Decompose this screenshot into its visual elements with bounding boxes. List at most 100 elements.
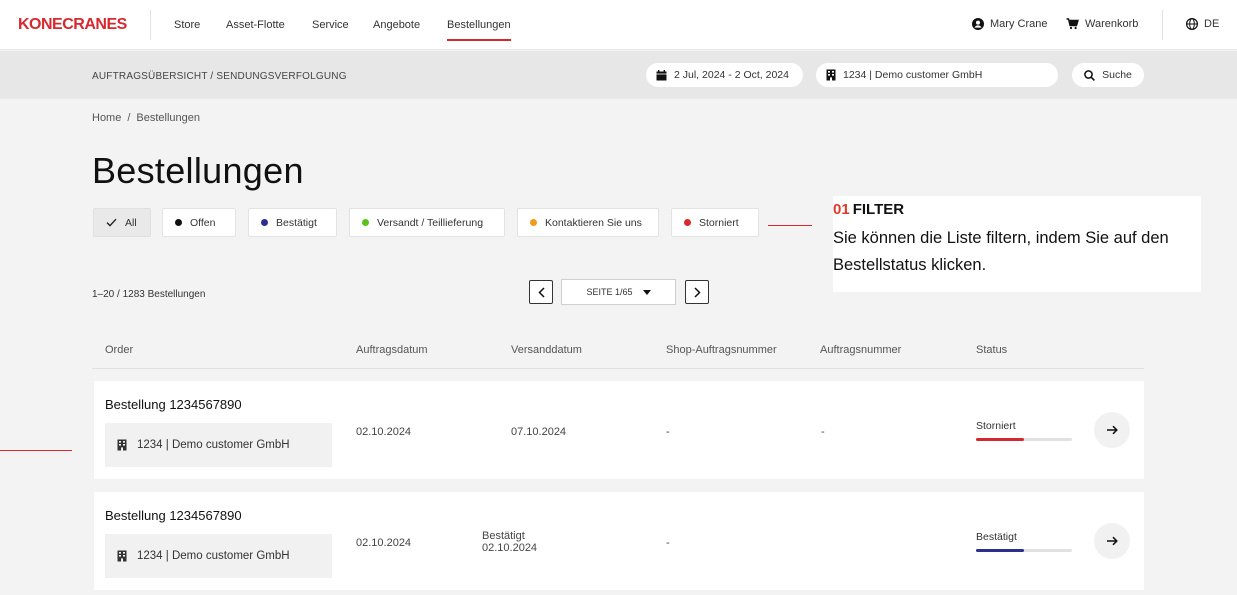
order-customer-name: 1234 | Demo customer GmbH — [137, 550, 290, 562]
building-icon — [117, 439, 127, 451]
shop-order-number: - — [666, 426, 670, 438]
ship-date: 02.10.2024 — [482, 542, 538, 554]
user-icon — [972, 18, 984, 30]
customer-value: 1234 | Demo customer GmbH — [843, 69, 983, 81]
nav-item-store[interactable]: Store — [174, 19, 200, 31]
search-button[interactable]: Suche — [1072, 63, 1144, 87]
callout-text: Sie können die Liste filtern, indem Sie … — [833, 229, 1169, 274]
order-customer: 1234 | Demo customer GmbH — [105, 534, 332, 578]
filter-offen[interactable]: Offen — [162, 208, 236, 237]
nav-item-service[interactable]: Service — [312, 19, 349, 31]
column-header-auftragsdatum[interactable]: Auftragsdatum — [356, 344, 428, 356]
header-divider — [92, 368, 1144, 369]
breadcrumb-current: Bestellungen — [136, 112, 201, 124]
user-menu[interactable]: Mary Crane — [972, 18, 1047, 30]
order-customer: 1234 | Demo customer GmbH — [105, 423, 332, 467]
filter-all[interactable]: All — [93, 208, 151, 237]
next-page-button[interactable] — [685, 280, 709, 304]
breadcrumb: Home / Bestellungen — [92, 112, 200, 124]
breadcrumb-home[interactable]: Home — [92, 112, 121, 124]
column-header-versanddatum[interactable]: Versanddatum — [511, 344, 582, 356]
building-icon — [826, 69, 836, 81]
calendar-icon — [656, 69, 667, 80]
order-row[interactable]: Bestellung 1234567890 1234 | Demo custom… — [94, 381, 1144, 479]
column-header-auftragsnummer[interactable]: Auftragsnummer — [820, 344, 901, 356]
status-label: Bestätigt — [976, 531, 1017, 543]
status-dot — [362, 219, 369, 226]
status-progress-fill — [976, 438, 1024, 441]
nav-item-bestellungen[interactable]: Bestellungen — [447, 19, 511, 41]
callout-connector — [768, 225, 812, 226]
filter-label: All — [125, 216, 137, 229]
column-header-shop-auftragsnummer[interactable]: Shop-Auftragsnummer — [666, 344, 777, 356]
filter-versandt[interactable]: Versandt / Teillieferung — [349, 208, 505, 237]
previous-page-button[interactable] — [529, 280, 553, 304]
status-label: Storniert — [976, 420, 1016, 432]
filter-label: Bestätigt — [276, 216, 317, 229]
language-selector[interactable]: DE — [1186, 18, 1219, 30]
column-header-status[interactable]: Status — [976, 344, 1007, 356]
user-name: Mary Crane — [990, 18, 1048, 30]
order-number: - — [821, 426, 825, 438]
arrow-right-icon — [1106, 536, 1118, 546]
filter-label: Offen — [190, 216, 216, 229]
filter-kontaktieren[interactable]: Kontaktieren Sie uns — [517, 208, 659, 237]
page-title: Bestellungen — [92, 150, 304, 191]
open-order-button[interactable] — [1094, 412, 1130, 448]
top-navigation: KONECRANES Store Asset-Flotte Service An… — [0, 0, 1237, 50]
caret-down-icon — [642, 289, 651, 295]
tutorial-callout: 01 FILTER Sie können die Liste filtern, i… — [833, 196, 1201, 292]
order-title: Bestellung 1234567890 — [105, 397, 242, 412]
open-order-button[interactable] — [1094, 523, 1130, 559]
search-icon — [1084, 69, 1096, 81]
callout-connector — [0, 450, 72, 451]
arrow-right-icon — [1106, 425, 1118, 435]
result-count: 1–20 / 1283 Bestellungen — [92, 289, 206, 300]
ship-date: 07.10.2024 — [511, 426, 567, 438]
page-value: SEITE 1/65 — [586, 287, 633, 297]
konecranes-logo[interactable]: KONECRANES — [18, 16, 127, 34]
callout-title: 01 FILTER — [833, 200, 1201, 220]
column-header-order[interactable]: Order — [105, 344, 133, 356]
globe-icon — [1186, 18, 1198, 30]
page-select[interactable]: SEITE 1/65 — [561, 279, 676, 305]
order-row[interactable]: Bestellung 1234567890 1234 | Demo custom… — [94, 492, 1144, 590]
search-label: Suche — [1102, 69, 1132, 81]
status-dot — [175, 219, 182, 226]
shop-order-number: - — [666, 537, 670, 549]
status-dot — [684, 219, 691, 226]
filter-label: Versandt / Teillieferung — [377, 216, 484, 229]
order-date: 02.10.2024 — [356, 426, 412, 438]
customer-selector[interactable]: 1234 | Demo customer GmbH — [816, 63, 1058, 87]
filter-bestaetigt[interactable]: Bestätigt — [248, 208, 337, 237]
filter-storniert[interactable]: Storniert — [671, 208, 759, 237]
callout-number: 01 — [833, 201, 850, 218]
chevron-right-icon — [693, 286, 701, 298]
check-icon — [106, 218, 117, 227]
date-range-value: 2 Jul, 2024 - 2 Oct, 2024 — [674, 69, 789, 81]
cart-button[interactable]: Warenkorb — [1066, 18, 1138, 30]
building-icon — [117, 550, 127, 562]
status-dot — [530, 219, 537, 226]
nav-item-angebote[interactable]: Angebote — [373, 19, 420, 31]
filter-label: Storniert — [699, 216, 739, 229]
breadcrumb-separator: / — [127, 112, 131, 124]
callout-heading: FILTER — [852, 201, 905, 218]
ship-status: Bestätigt — [482, 530, 525, 542]
section-title: AUFTRAGSÜBERSICHT / SENDUNGSVERFOLGUNG — [92, 71, 347, 82]
status-progress-track — [976, 549, 1072, 552]
filter-label: Kontaktieren Sie uns — [545, 216, 642, 229]
cart-icon — [1066, 18, 1079, 30]
status-dot — [261, 219, 268, 226]
cart-label: Warenkorb — [1085, 18, 1139, 30]
divider — [1162, 10, 1163, 40]
divider — [150, 10, 151, 40]
order-customer-name: 1234 | Demo customer GmbH — [137, 439, 290, 451]
nav-item-asset-flotte[interactable]: Asset-Flotte — [226, 19, 285, 31]
status-progress-fill — [976, 549, 1024, 552]
order-title: Bestellung 1234567890 — [105, 508, 242, 523]
chevron-left-icon — [537, 286, 545, 298]
language-label: DE — [1204, 18, 1220, 30]
status-progress-track — [976, 438, 1072, 441]
date-range-picker[interactable]: 2 Jul, 2024 - 2 Oct, 2024 — [646, 63, 803, 87]
